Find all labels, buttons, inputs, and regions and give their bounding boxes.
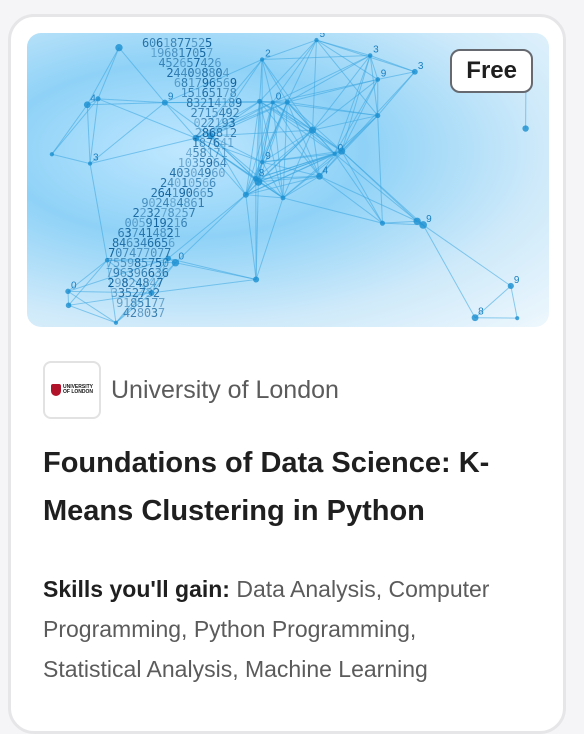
svg-text:5: 5 xyxy=(319,33,325,40)
skills-label: Skills you'll gain: xyxy=(43,576,236,602)
svg-text:4: 4 xyxy=(90,94,96,105)
svg-text:9: 9 xyxy=(265,151,271,162)
svg-text:6: 6 xyxy=(180,216,187,230)
svg-text:0: 0 xyxy=(178,252,184,263)
svg-text:0: 0 xyxy=(218,166,225,180)
partner-row[interactable]: UNIVERSITY OF LONDON University of Londo… xyxy=(43,361,339,419)
course-hero-image[interactable]: 400039430928993895 606187752519681705745… xyxy=(27,33,549,327)
free-badge: Free xyxy=(450,49,533,93)
svg-text:1: 1 xyxy=(227,136,234,150)
svg-text:4: 4 xyxy=(323,165,329,176)
logo-text-line2: OF LONDON xyxy=(63,390,93,395)
svg-text:0: 0 xyxy=(276,91,282,102)
svg-text:3: 3 xyxy=(93,153,99,164)
svg-text:1: 1 xyxy=(197,196,204,210)
svg-text:8: 8 xyxy=(478,307,484,318)
svg-text:3: 3 xyxy=(373,45,379,56)
svg-text:8: 8 xyxy=(259,168,265,179)
skills-text: Skills you'll gain: Data Analysis, Compu… xyxy=(43,569,513,689)
svg-text:3: 3 xyxy=(418,61,424,72)
svg-text:0: 0 xyxy=(71,280,77,291)
svg-text:7: 7 xyxy=(158,306,165,320)
svg-text:9: 9 xyxy=(168,92,174,103)
svg-text:9: 9 xyxy=(514,275,520,286)
svg-text:9: 9 xyxy=(426,214,432,225)
course-card[interactable]: 400039430928993895 606187752519681705745… xyxy=(8,14,566,734)
shield-icon xyxy=(51,384,61,396)
svg-text:2: 2 xyxy=(265,49,271,60)
partner-name: University of London xyxy=(111,376,339,405)
svg-text:9: 9 xyxy=(381,68,387,79)
svg-text:7: 7 xyxy=(188,206,195,220)
svg-text:5: 5 xyxy=(207,186,214,200)
university-logo: UNIVERSITY OF LONDON xyxy=(43,361,101,419)
course-title[interactable]: Foundations of Data Science: K-Means Clu… xyxy=(43,439,513,535)
